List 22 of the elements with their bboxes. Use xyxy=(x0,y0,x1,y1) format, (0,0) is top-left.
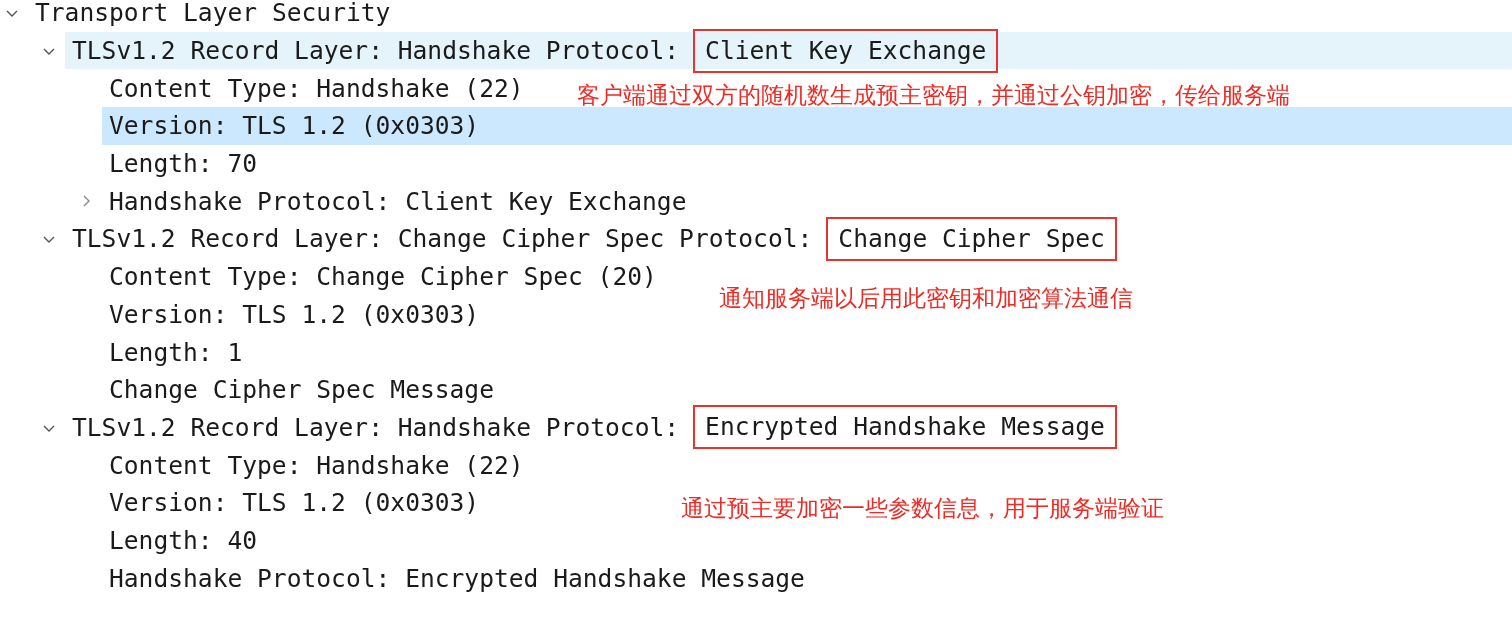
highlighted-label: Client Key Exchange xyxy=(693,28,999,73)
tree-item-label[interactable]: Handshake Protocol: Client Key Exchange xyxy=(109,186,687,216)
tree-item-label[interactable]: Content Type: Handshake (22) xyxy=(109,450,524,480)
tree-item-label[interactable]: Version: TLS 1.2 (0x0303) xyxy=(109,299,480,329)
tree-item-label[interactable]: Handshake Protocol: Encrypted Handshake Message xyxy=(109,563,805,593)
tree-item-label[interactable]: Transport Layer Security xyxy=(35,0,391,28)
highlighted-label: Change Cipher Spec xyxy=(826,216,1117,261)
tree-item-label[interactable]: TLSv1.2 Record Layer: Change Cipher Spec Protocol: xyxy=(72,224,813,254)
tree-item-label[interactable]: Length: 1 xyxy=(109,337,243,367)
highlighted-label: Encrypted Handshake Message xyxy=(693,405,1117,450)
tree-item-label[interactable]: Change Cipher Spec Message xyxy=(109,375,494,405)
tree-item-label[interactable]: Length: 40 xyxy=(109,525,258,555)
tree-item-label[interactable]: Content Type: Handshake (22) xyxy=(109,73,524,103)
annotation-note: 客户端通过双方的随机数生成预主密钥，并通过公钥加密，传给服务端 xyxy=(577,81,1290,110)
annotation-note: 通知服务端以后用此密钥和加密算法通信 xyxy=(719,284,1133,313)
annotation-note: 通过预主要加密一些参数信息，用于服务端验证 xyxy=(681,494,1164,523)
tree-item-label[interactable]: Length: 70 xyxy=(109,149,258,179)
tree-item-label[interactable]: Content Type: Change Cipher Spec (20) xyxy=(109,262,657,292)
tree-item-label[interactable]: Version: TLS 1.2 (0x0303) xyxy=(109,111,480,141)
tree-item-label[interactable]: TLSv1.2 Record Layer: Handshake Protocol: xyxy=(72,412,680,442)
tree-item-label[interactable]: TLSv1.2 Record Layer: Handshake Protocol: xyxy=(72,36,680,66)
tree-item-label[interactable]: Version: TLS 1.2 (0x0303) xyxy=(109,488,480,518)
